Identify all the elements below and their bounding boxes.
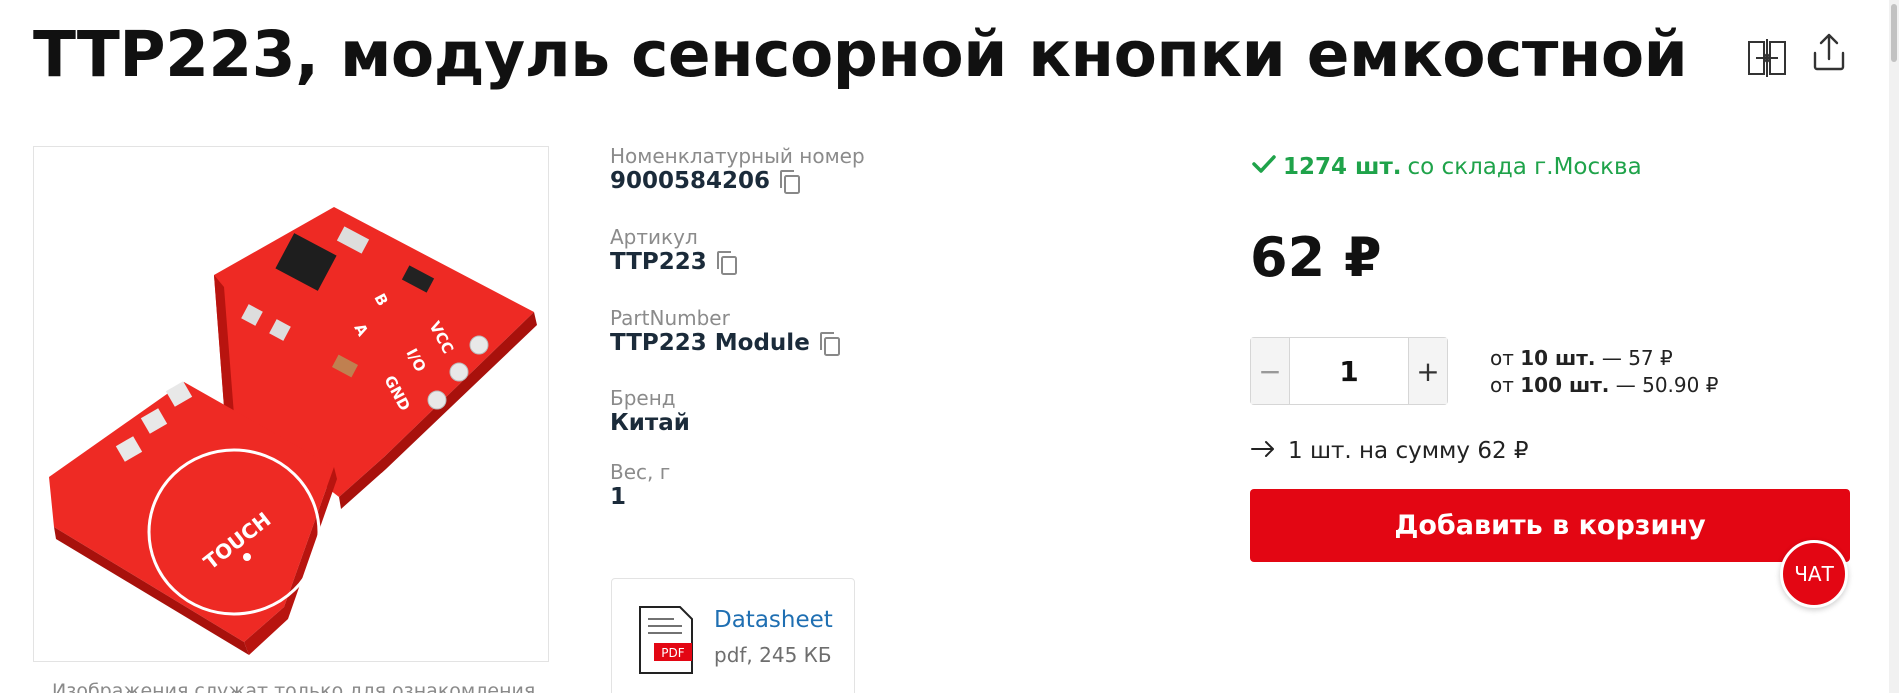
pdf-badge: PDF <box>661 646 684 660</box>
spec-value: TTP223 Module <box>610 330 842 358</box>
spec-label: Вес, г <box>610 460 671 484</box>
spec-value: Китай <box>610 410 690 438</box>
scrollbar-thumb[interactable] <box>1891 4 1897 62</box>
spec-value: 1 <box>610 484 670 512</box>
product-image[interactable]: VCC I/O GND A B TOUCH <box>33 146 549 662</box>
spec-label: PartNumber <box>610 306 730 330</box>
tier-price: — 50.90 ₽ <box>1615 373 1719 397</box>
spec-brand: Бренд Китай <box>610 387 690 438</box>
compare-icon[interactable] <box>1745 36 1789 80</box>
spec-value-text: 9000584206 <box>610 168 771 194</box>
quantity-stepper: − 1 + <box>1250 337 1448 405</box>
document-meta: pdf, 245 КБ <box>714 643 832 667</box>
spec-label: Артикул <box>610 225 698 249</box>
tier-qty: 100 шт. <box>1520 373 1610 397</box>
arrow-right-icon <box>1250 438 1276 464</box>
stock-status: 1274 шт. со склада г.Москва <box>1251 153 1642 181</box>
spec-value-text: TTP223 <box>610 249 707 275</box>
stock-location: со склада г.Москва <box>1407 154 1642 180</box>
tier-qty: 10 шт. <box>1520 346 1596 370</box>
total-line: 1 шт. на сумму 62 ₽ <box>1250 438 1529 464</box>
spec-article: Артикул TTP223 <box>610 226 739 277</box>
copy-icon[interactable] <box>818 331 842 357</box>
page-title: TTP223, модуль сенсорной кнопки емкостно… <box>33 18 1688 91</box>
tier-prefix: от <box>1490 346 1514 370</box>
tier-prefix: от <box>1490 373 1514 397</box>
image-disclaimer: Изображения служат только для ознакомлен… <box>52 680 536 693</box>
spec-value-text: TTP223 Module <box>610 330 810 356</box>
document-card[interactable]: PDF Datasheet pdf, 245 КБ <box>611 578 855 693</box>
spec-value-text: Китай <box>610 410 690 436</box>
price: 62 ₽ <box>1250 226 1382 289</box>
quantity-input[interactable]: 1 <box>1289 338 1409 404</box>
add-to-cart-button[interactable]: Добавить в корзину <box>1250 489 1850 562</box>
copy-icon[interactable] <box>778 169 802 195</box>
spec-value: 9000584206 <box>610 168 865 196</box>
copy-icon[interactable] <box>715 250 739 276</box>
chat-button[interactable]: ЧАТ <box>1780 540 1848 608</box>
quantity-decrease-button[interactable]: − <box>1251 338 1289 404</box>
share-icon[interactable] <box>1807 30 1851 74</box>
check-icon <box>1251 153 1277 181</box>
scrollbar[interactable] <box>1889 0 1899 693</box>
price-tiers: от 10 шт. — 57 ₽ от 100 шт. — 50.90 ₽ <box>1490 345 1718 399</box>
spec-nomenclature: Номенклатурный номер 9000584206 <box>610 145 865 196</box>
spec-value: TTP223 <box>610 249 739 277</box>
spec-weight: Вес, г 1 <box>610 461 670 512</box>
quantity-increase-button[interactable]: + <box>1409 338 1447 404</box>
tier-price: — 57 ₽ <box>1601 346 1673 370</box>
datasheet-link[interactable]: Datasheet <box>714 607 833 633</box>
total-text: 1 шт. на сумму 62 ₽ <box>1288 438 1529 464</box>
price-tier: от 100 шт. — 50.90 ₽ <box>1490 372 1718 399</box>
spec-value-text: 1 <box>610 484 627 510</box>
price-tier: от 10 шт. — 57 ₽ <box>1490 345 1718 372</box>
stock-count: 1274 шт. <box>1283 154 1402 180</box>
pdf-file-icon: PDF <box>638 605 694 679</box>
spec-label: Бренд <box>610 386 676 410</box>
spec-label: Номенклатурный номер <box>610 144 865 168</box>
spec-partnumber: PartNumber TTP223 Module <box>610 307 842 358</box>
